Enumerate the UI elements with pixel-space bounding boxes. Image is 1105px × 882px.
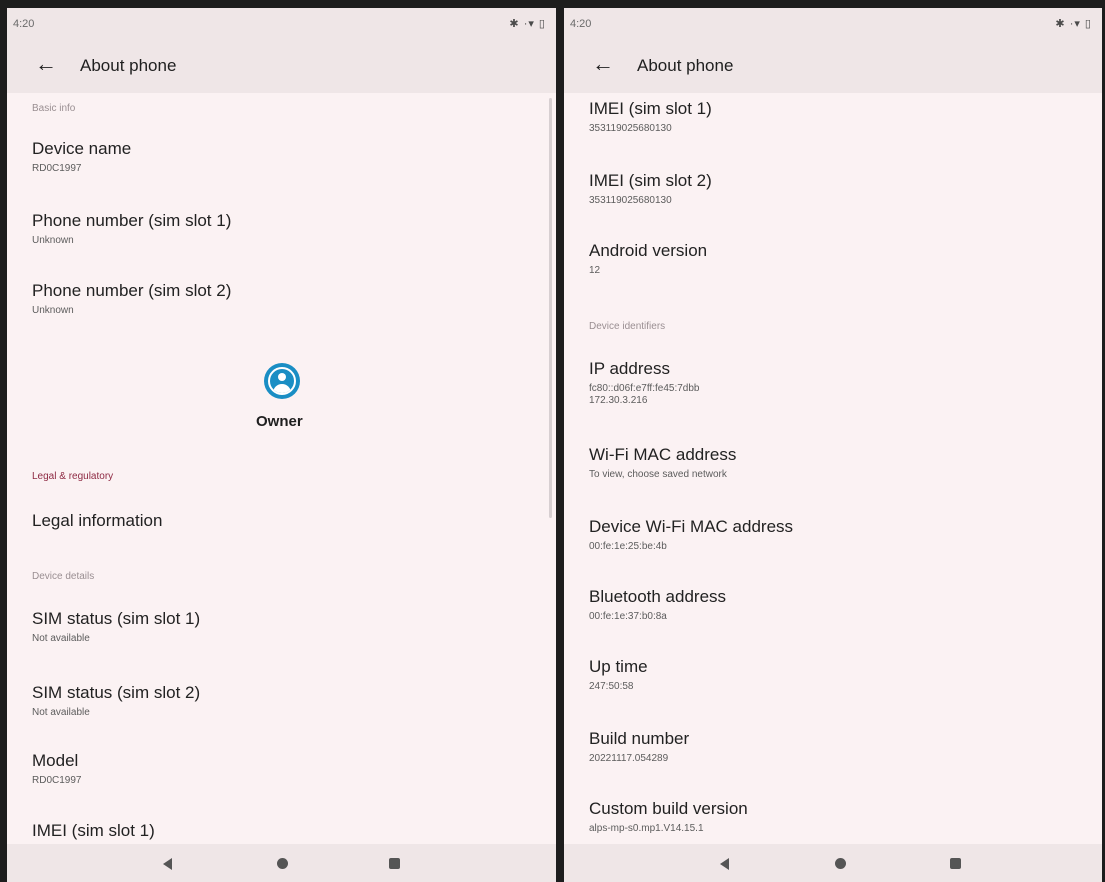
navigation-bar — [564, 844, 1102, 882]
custom-build-version-item[interactable]: Custom build version alps-mp-s0.mp1.V14.… — [564, 799, 1102, 849]
up-time-item[interactable]: Up time 247:50:58 — [564, 657, 1102, 707]
recents-square-icon[interactable] — [950, 858, 961, 869]
home-circle-icon[interactable] — [835, 858, 846, 869]
item-value: To view, choose saved network — [589, 469, 727, 480]
android-version-item[interactable]: Android version 12 — [564, 241, 1102, 291]
item-value: 12 — [589, 265, 601, 276]
item-value: Unknown — [32, 235, 74, 246]
page-title: About phone — [80, 56, 177, 75]
item-title: Device name — [32, 139, 132, 158]
account-head-shape — [278, 373, 286, 381]
phone-number-slot2-item[interactable]: Phone number (sim slot 2) Unknown — [7, 281, 556, 331]
item-title: Custom build version — [589, 799, 748, 818]
app-bar: ← About phone — [7, 38, 556, 93]
status-time: 4:20 — [570, 18, 592, 30]
imei-slot2-item[interactable]: IMEI (sim slot 2) 353119025680130 — [564, 171, 1102, 221]
account-body-shape — [273, 384, 291, 393]
item-value: fc80::d06f:e7ff:fe45:7dbb — [589, 383, 700, 394]
recents-square-icon[interactable] — [389, 858, 400, 869]
phone-number-slot1-item[interactable]: Phone number (sim slot 1) Unknown — [7, 211, 556, 261]
item-value: 00:fe:1e:25:be:4b — [589, 541, 667, 552]
status-time: 4:20 — [13, 18, 35, 30]
section-header-basic-info: Basic info — [32, 103, 76, 114]
item-title: Device Wi-Fi MAC address — [589, 517, 794, 536]
item-value: Not available — [32, 633, 90, 644]
item-value: 20221117.054289 — [589, 753, 669, 764]
item-value: 247:50:58 — [589, 681, 634, 692]
owner-label[interactable]: Owner — [256, 413, 303, 430]
item-title: SIM status (sim slot 1) — [32, 609, 201, 628]
about-phone-screen-right: 4:20 ✱ ·▾ ▯ ← About phone IMEI (sim slot… — [564, 8, 1102, 882]
about-phone-screen-left: 4:20 ✱ ·▾ ▯ ← About phone Basic info Dev… — [7, 8, 556, 882]
item-value: alps-mp-s0.mp1.V14.15.1 — [589, 823, 704, 834]
app-bar: ← About phone — [564, 38, 1102, 93]
item-title: Legal information — [32, 511, 163, 530]
back-triangle-icon[interactable] — [720, 858, 729, 870]
item-value: Not available — [32, 707, 90, 718]
dual-screenshot: 4:20 ✱ ·▾ ▯ ← About phone Basic info Dev… — [0, 0, 1105, 882]
item-title: IMEI (sim slot 1) — [589, 99, 712, 118]
navigation-bar — [7, 844, 556, 882]
legal-information-item[interactable]: Legal information — [7, 511, 556, 561]
item-value: 00:fe:1e:37:b0:8a — [589, 611, 667, 622]
item-value: RD0C1997 — [32, 775, 82, 786]
item-title: Build number — [589, 729, 690, 748]
bluetooth-address-item[interactable]: Bluetooth address 00:fe:1e:37:b0:8a — [564, 587, 1102, 637]
item-value: 353119025680130 — [589, 195, 672, 206]
item-title: Phone number (sim slot 2) — [32, 281, 232, 300]
section-header-legal: Legal & regulatory — [32, 471, 114, 482]
settings-list: IMEI (sim slot 1) 353119025680130 IMEI (… — [564, 93, 1102, 844]
item-title: IMEI (sim slot 1) — [32, 821, 155, 840]
item-value: 353119025680130 — [589, 123, 672, 134]
model-item[interactable]: Model RD0C1997 — [7, 751, 556, 801]
home-circle-icon[interactable] — [277, 858, 288, 869]
ip-address-item[interactable]: IP address fc80::d06f:e7ff:fe45:7dbb 172… — [564, 359, 1102, 419]
sim-status-slot2-item[interactable]: SIM status (sim slot 2) Not available — [7, 683, 556, 733]
item-title: Bluetooth address — [589, 587, 727, 606]
item-title: IMEI (sim slot 2) — [589, 171, 712, 190]
imei-slot1-item[interactable]: IMEI (sim slot 1) 353119025680130 — [564, 99, 1102, 149]
item-title: Phone number (sim slot 1) — [32, 211, 232, 230]
item-value: RD0C1997 — [32, 163, 82, 174]
device-name-item[interactable]: Device name RD0C1997 — [7, 139, 556, 189]
item-title: Up time — [589, 657, 648, 676]
status-icons: ✱ ·▾ ▯ — [509, 18, 546, 30]
device-wifi-mac-item[interactable]: Device Wi-Fi MAC address 00:fe:1e:25:be:… — [564, 517, 1102, 567]
account-circle-ring — [268, 367, 296, 395]
item-title: IP address — [589, 359, 670, 378]
item-title: SIM status (sim slot 2) — [32, 683, 201, 702]
item-title: Android version — [589, 241, 708, 260]
account-circle-icon[interactable] — [264, 363, 300, 399]
build-number-item[interactable]: Build number 20221117.054289 — [564, 729, 1102, 779]
status-bar: 4:20 ✱ ·▾ ▯ — [564, 8, 1102, 38]
back-triangle-icon[interactable] — [163, 858, 172, 870]
back-arrow-icon[interactable]: ← — [592, 51, 614, 77]
section-header-device-identifiers: Device identifiers — [589, 321, 666, 332]
item-title: Wi-Fi MAC address — [589, 445, 737, 464]
status-icons: ✱ ·▾ ▯ — [1055, 18, 1092, 30]
wifi-mac-address-item[interactable]: Wi-Fi MAC address To view, choose saved … — [564, 445, 1102, 495]
page-title: About phone — [637, 56, 734, 75]
settings-list: Basic info Device name RD0C1997 Phone nu… — [7, 93, 556, 844]
section-header-device-details: Device details — [32, 571, 95, 582]
back-arrow-icon[interactable]: ← — [35, 51, 57, 77]
item-value: Unknown — [32, 305, 74, 316]
status-bar: 4:20 ✱ ·▾ ▯ — [7, 8, 556, 38]
sim-status-slot1-item[interactable]: SIM status (sim slot 1) Not available — [7, 609, 556, 659]
item-value-secondary: 172.30.3.216 — [589, 395, 648, 406]
item-title: Model — [32, 751, 79, 770]
